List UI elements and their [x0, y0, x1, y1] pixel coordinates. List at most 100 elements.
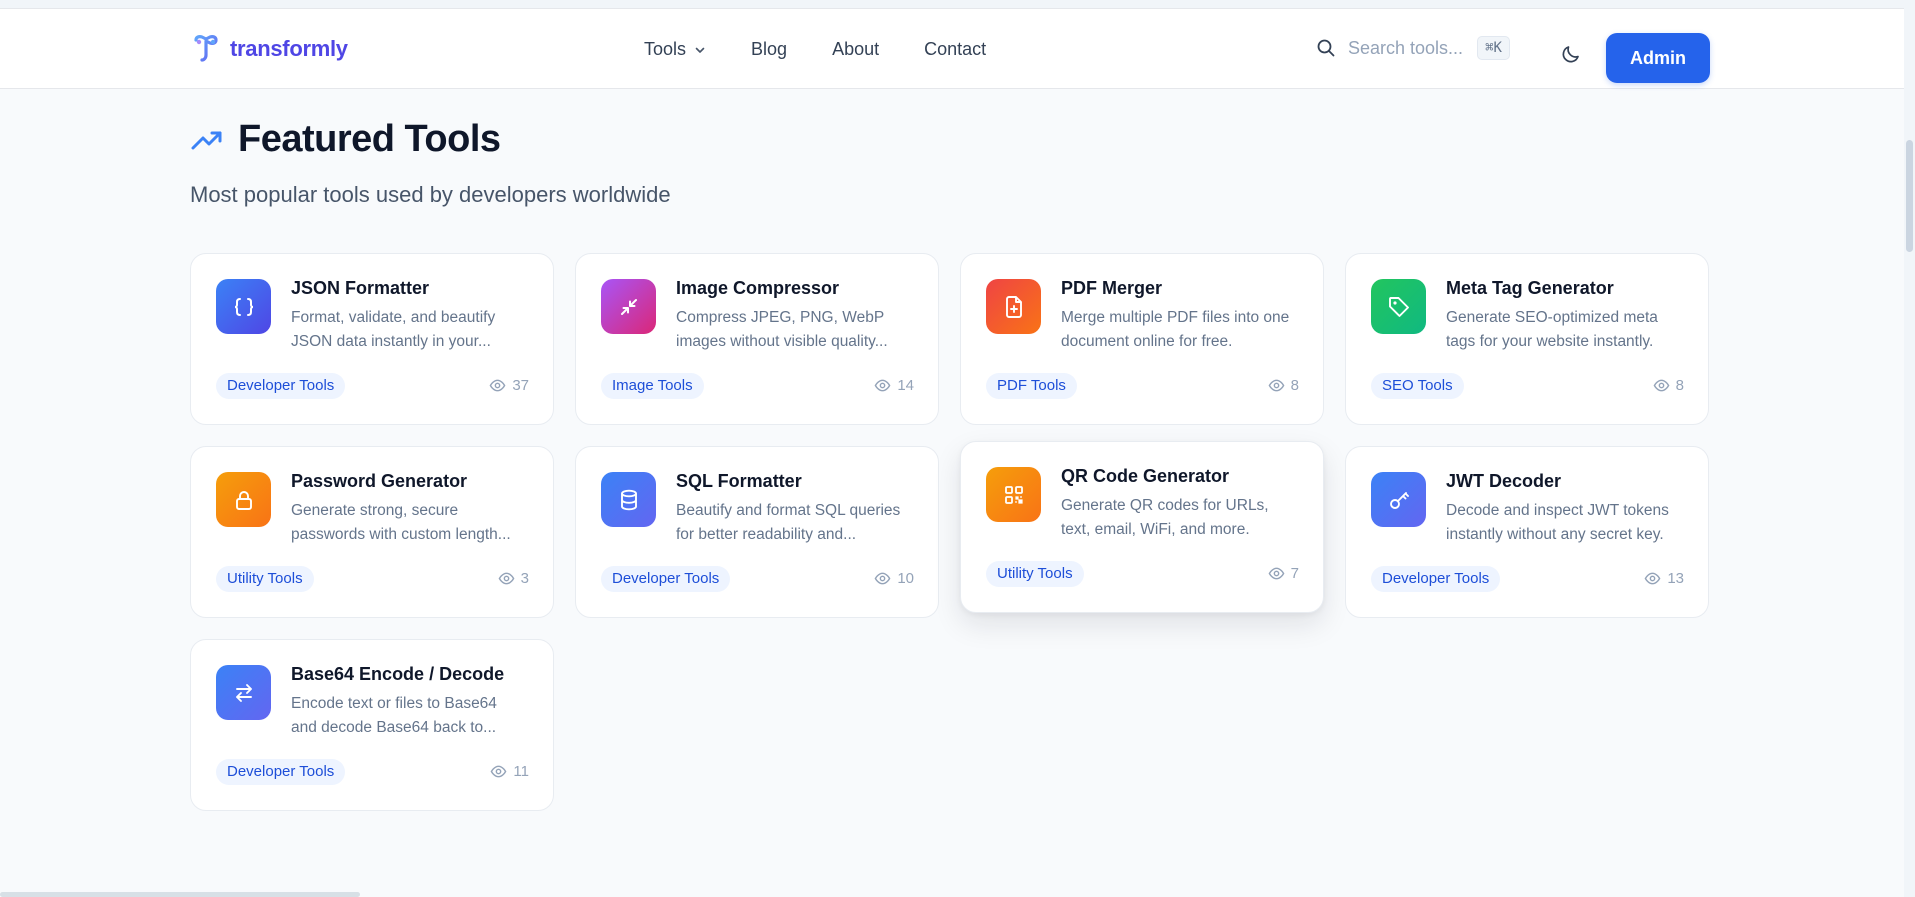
view-count: 10 — [874, 570, 914, 587]
tool-description-line: and decode Base64 back to... — [291, 719, 497, 736]
nav-item-blog[interactable]: Blog — [751, 39, 787, 60]
tool-description-line: JSON data instantly in your... — [291, 333, 491, 350]
category-badge: Developer Tools — [216, 759, 346, 785]
tool-icon-tile — [601, 472, 656, 527]
tool-description: Generate QR codes for URLs, text, email,… — [1061, 494, 1301, 542]
tool-card-jwt-decoder[interactable]: JWT Decoder Decode and inspect JWT token… — [1345, 446, 1709, 618]
page: transformly Tools Blog About Contact Sea… — [0, 0, 1915, 897]
tag-icon — [1388, 296, 1409, 317]
nav-item-label: Blog — [751, 39, 788, 59]
tool-description-line: Decode and inspect JWT tokens — [1446, 502, 1669, 519]
tool-card-sql-formatter[interactable]: SQL Formatter Beautify and format SQL qu… — [575, 446, 939, 618]
view-count-value: 11 — [513, 763, 529, 780]
category-badge: Developer Tools — [216, 373, 346, 399]
tool-description-line: images without visible quality... — [676, 333, 888, 350]
view-count-value: 37 — [512, 377, 529, 394]
tool-description: Decode and inspect JWT tokens instantly … — [1446, 499, 1686, 547]
tool-title: JSON Formatter — [291, 278, 430, 298]
tool-description-line: document online for free. — [1061, 333, 1233, 350]
tool-description-line: Encode text or files to Base64 — [291, 695, 497, 712]
tool-title: Meta Tag Generator — [1446, 278, 1614, 298]
view-count: 8 — [1653, 377, 1684, 394]
lock-icon — [235, 490, 252, 510]
eye-icon — [874, 572, 891, 585]
eye-icon — [1644, 572, 1661, 585]
section-title: Featured Tools — [238, 118, 501, 160]
minimize-arrows-icon — [620, 298, 637, 315]
nav-item-about[interactable]: About — [832, 39, 879, 60]
tool-title: JWT Decoder — [1446, 471, 1562, 491]
site-header: transformly Tools Blog About Contact Sea… — [0, 9, 1904, 89]
tool-description-line: Generate QR codes for URLs, — [1061, 497, 1269, 514]
tool-icon-tile — [986, 279, 1041, 334]
tool-description-line: Format, validate, and beautify — [291, 309, 496, 326]
top-strip — [0, 0, 1904, 9]
tool-card-meta-tag-generator[interactable]: Meta Tag Generator Generate SEO-optimize… — [1345, 253, 1709, 425]
view-count-value: 10 — [897, 570, 914, 587]
tool-card-password-generator[interactable]: Password Generator Generate strong, secu… — [190, 446, 554, 618]
logo-link[interactable]: transformly — [190, 32, 348, 66]
tool-icon-tile — [216, 279, 271, 334]
nav-item-tools[interactable]: Tools — [644, 39, 706, 60]
tool-icon-tile — [1371, 279, 1426, 334]
category-badge: Image Tools — [601, 373, 704, 399]
tool-card-qr-code-generator[interactable]: QR Code Generator Generate QR codes for … — [960, 441, 1324, 613]
tool-description: Generate SEO-optimized meta tags for you… — [1446, 306, 1686, 354]
tool-title: Image Compressor — [676, 278, 840, 298]
admin-button[interactable]: Admin — [1606, 33, 1710, 83]
tool-card-pdf-merger[interactable]: PDF Merger Merge multiple PDF files into… — [960, 253, 1324, 425]
tool-description-line: tags for your website instantly. — [1446, 333, 1654, 350]
view-count-value: 8 — [1675, 377, 1684, 394]
tool-card-base64-encode-decode[interactable]: Base64 Encode / Decode Encode text or fi… — [190, 639, 554, 811]
tool-icon-tile — [1371, 472, 1426, 527]
view-count-value: 14 — [897, 377, 914, 394]
tool-description: Compress JPEG, PNG, WebP images without … — [676, 306, 916, 354]
tool-description-line: Merge multiple PDF files into one — [1061, 309, 1290, 326]
vertical-scrollbar-thumb[interactable] — [1906, 140, 1913, 252]
tool-description: Encode text or files to Base64 and decod… — [291, 692, 531, 740]
eye-icon — [491, 765, 507, 778]
tool-description-line: for better readability and... — [676, 526, 857, 543]
tool-description: Generate strong, secure passwords with c… — [291, 499, 531, 547]
tool-description-line: Beautify and format SQL queries — [676, 502, 901, 519]
view-count: 11 — [490, 763, 529, 780]
tool-description-line: Generate strong, secure — [291, 502, 459, 519]
view-count: 14 — [874, 377, 914, 394]
swap-arrows-icon — [235, 683, 252, 702]
trending-up-icon — [191, 131, 222, 149]
tool-title: Base64 Encode / Decode — [291, 664, 505, 684]
tool-description: Merge multiple PDF files into one docume… — [1061, 306, 1301, 354]
eye-icon — [498, 572, 515, 585]
category-badge: Developer Tools — [601, 566, 731, 592]
tool-card-image-compressor[interactable]: Image Compressor Compress JPEG, PNG, Web… — [575, 253, 939, 425]
view-count: 8 — [1268, 377, 1299, 394]
horizontal-scrollbar-thumb[interactable] — [0, 892, 360, 897]
main-nav: Tools Blog About Contact — [644, 39, 986, 60]
eye-icon — [489, 379, 506, 392]
view-count-value: 3 — [520, 570, 529, 587]
braces-icon — [234, 297, 253, 316]
category-badge: Utility Tools — [216, 566, 314, 592]
nav-item-label: Tools — [644, 39, 687, 59]
tool-card-json-formatter[interactable]: JSON Formatter Format, validate, and bea… — [190, 253, 554, 425]
tool-description-line: text, email, WiFi, and more. — [1061, 521, 1250, 538]
moon-icon[interactable] — [1560, 43, 1582, 65]
tool-description-line: Generate SEO-optimized meta — [1446, 309, 1658, 326]
eye-icon — [1653, 379, 1670, 392]
section-heading: Featured Tools — [190, 118, 501, 161]
nav-item-contact[interactable]: Contact — [924, 39, 986, 60]
tool-description: Beautify and format SQL queries for bett… — [676, 499, 916, 547]
view-count-value: 8 — [1290, 377, 1299, 394]
tool-icon-tile — [216, 472, 271, 527]
tool-title: Password Generator — [291, 471, 468, 491]
view-count: 37 — [489, 377, 529, 394]
tool-title: QR Code Generator — [1061, 466, 1230, 486]
category-badge: PDF Tools — [986, 373, 1077, 399]
logo-text: transformly — [230, 36, 348, 61]
category-badge: SEO Tools — [1371, 373, 1464, 399]
tool-description-line: Compress JPEG, PNG, WebP — [676, 309, 885, 326]
vertical-scrollbar-track[interactable] — [1904, 0, 1915, 897]
tool-description-line: instantly without any secret key. — [1446, 526, 1664, 543]
search-icon — [1317, 39, 1335, 57]
search-input[interactable]: Search tools... ⌘K — [1316, 36, 1510, 60]
